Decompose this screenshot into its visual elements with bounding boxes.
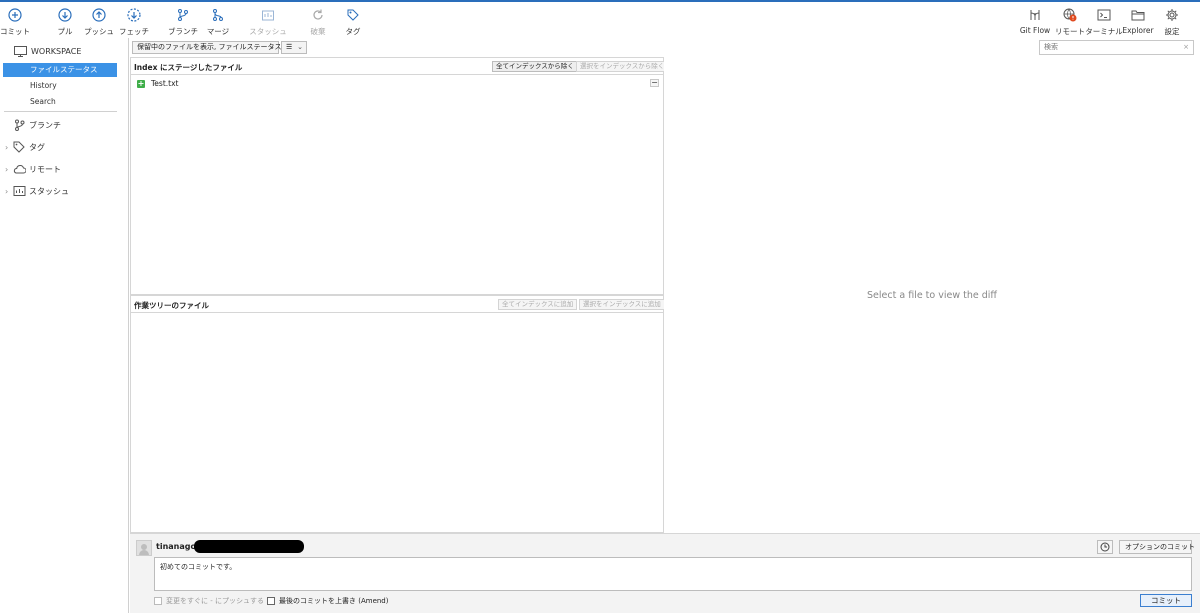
file-filter-dropdown[interactable]: 保留中のファイルを表示, ファイルステータス順 ⌄: [132, 41, 288, 54]
commit-panel: tinanago オプションのコミット ⌄ 初めてのコミットです。 変更をすぐに…: [130, 533, 1200, 613]
sidebar-group-label: ブランチ: [29, 120, 61, 130]
cloud-icon: [13, 165, 26, 174]
clear-search-icon[interactable]: ×: [1183, 41, 1189, 54]
staged-pane-header: Index にステージしたファイル 全てインデックスから除く 選択をインデックス…: [131, 58, 669, 75]
redacted-email: [194, 540, 304, 553]
stash-icon: [262, 10, 274, 21]
chevron-down-icon: ⌄: [297, 43, 303, 51]
search-input[interactable]: 検索 ×: [1039, 40, 1194, 55]
globe-alert-icon: [1063, 8, 1077, 22]
stash-icon: [13, 186, 26, 196]
file-filter-label: 保留中のファイルを表示, ファイルステータス順: [137, 43, 289, 51]
commit-message-input[interactable]: 初めてのコミットです。: [154, 557, 1192, 591]
branch-icon: [15, 119, 25, 131]
commit-options-dropdown[interactable]: オプションのコミット ⌄: [1119, 540, 1195, 554]
amend-checkbox[interactable]: 最後のコミットを上書き (Amend): [267, 596, 388, 606]
git-flow-label: Git Flow: [1019, 26, 1051, 35]
chevron-right-icon[interactable]: ›: [5, 143, 13, 152]
file-name: Test.txt: [151, 79, 179, 88]
chevron-right-icon[interactable]: ›: [5, 187, 13, 196]
working-pane-header: 作業ツリーのファイル 全てインデックスに追加 選択をインデックスに追加: [131, 296, 665, 313]
chevron-down-icon: ⌄: [1182, 543, 1188, 551]
arrow-down-circle-icon: [58, 8, 72, 22]
avatar: [136, 540, 152, 556]
gear-icon: [1166, 9, 1178, 21]
workspace-label: WORKSPACE: [31, 47, 82, 56]
working-files-pane: 作業ツリーのファイル 全てインデックスに追加 選択をインデックスに追加: [130, 295, 665, 533]
staged-files-pane: Index にステージしたファイル 全てインデックスから除く 選択をインデックス…: [130, 57, 669, 295]
list-icon: ☰: [286, 43, 293, 51]
discard-icon: [313, 9, 323, 20]
dashed-arrow-down-circle-icon: [127, 8, 141, 22]
sidebar-group-label: リモート: [29, 164, 61, 174]
stage-selected-button[interactable]: 選択をインデックスに追加: [579, 299, 665, 310]
sidebar-group-label: タグ: [29, 142, 45, 152]
commit-submit-button[interactable]: コミット: [1140, 594, 1192, 607]
chevron-right-icon[interactable]: ›: [5, 165, 13, 174]
settings-label: 設定: [1164, 27, 1180, 36]
stage-all-button[interactable]: 全てインデックスに追加: [498, 299, 578, 310]
merge-icon: [213, 9, 223, 21]
push-immediately-label: 変更をすぐに - にプッシュする: [166, 597, 264, 605]
chevron-down-icon: ⌄: [269, 43, 275, 51]
unstage-file-button[interactable]: −: [650, 79, 659, 87]
sidebar-item-search[interactable]: Search: [3, 95, 117, 109]
settings-button[interactable]: 設定: [1152, 6, 1192, 38]
unstage-selected-button[interactable]: 選択をインデックスから除く: [576, 61, 669, 72]
git-flow-icon: [1030, 10, 1040, 20]
author-name: tinanago: [156, 542, 196, 551]
staged-pane-title: Index にステージしたファイル: [134, 63, 243, 72]
push-immediately-checkbox[interactable]: 変更をすぐに - にプッシュする: [154, 596, 264, 606]
sidebar-group-branches[interactable]: ブランチ: [5, 119, 61, 131]
sidebar: WORKSPACE ファイルステータス History Search ブランチ …: [0, 38, 129, 613]
sidebar-group-tags[interactable]: › タグ: [5, 141, 45, 153]
arrow-up-circle-icon: [92, 8, 106, 22]
stash-label: スタッシュ: [249, 27, 287, 36]
terminal-icon: [1097, 9, 1111, 21]
sidebar-divider: [4, 111, 117, 112]
sidebar-item-history[interactable]: History: [3, 79, 117, 93]
commit-history-button[interactable]: [1097, 540, 1113, 554]
unstage-all-button[interactable]: 全てインデックスから除く: [492, 61, 578, 72]
diff-pane: Select a file to view the diff: [664, 57, 1200, 533]
toolbar: コミット プル プッシュ フェッチ ブランチ マージ スタッシュ 破棄 タグ G…: [0, 0, 1200, 38]
sidebar-item-file-status[interactable]: ファイルステータス: [3, 63, 117, 77]
commit-label: コミット: [0, 27, 30, 36]
branch-button[interactable]: ブランチ: [163, 6, 203, 38]
working-pane-title: 作業ツリーのファイル: [134, 301, 209, 310]
folder-icon: [1131, 10, 1145, 21]
filter-bar: 保留中のファイルを表示, ファイルステータス順 ⌄ ☰ ⌄: [130, 38, 664, 57]
fetch-label: フェッチ: [119, 27, 149, 36]
stash-button[interactable]: スタッシュ: [248, 6, 288, 38]
merge-button[interactable]: マージ: [198, 6, 238, 38]
discard-button[interactable]: 破棄: [298, 6, 338, 38]
sidebar-group-remotes[interactable]: › リモート: [5, 163, 61, 175]
monitor-icon: [14, 46, 27, 57]
discard-label: 破棄: [310, 27, 326, 36]
tag-icon: [13, 141, 25, 153]
amend-label: 最後のコミットを上書き (Amend): [279, 597, 389, 605]
push-button[interactable]: プッシュ: [79, 6, 119, 38]
added-file-icon: +: [137, 78, 145, 88]
list-item[interactable]: + Test.txt: [137, 79, 178, 88]
sidebar-group-stashes[interactable]: › スタッシュ: [5, 185, 69, 197]
plus-circle-icon: [8, 8, 22, 22]
tag-icon: [347, 9, 359, 21]
branch-icon: [178, 9, 188, 21]
view-mode-dropdown[interactable]: ☰ ⌄: [281, 41, 307, 54]
merge-label: マージ: [206, 27, 230, 36]
push-label: プッシュ: [84, 27, 114, 36]
clock-icon: [1100, 542, 1110, 552]
tag-button[interactable]: タグ: [333, 6, 373, 38]
search-placeholder: 検索: [1044, 43, 1058, 51]
fetch-button[interactable]: フェッチ: [114, 6, 154, 38]
tag-label: タグ: [345, 27, 361, 36]
sidebar-group-label: スタッシュ: [29, 186, 69, 196]
diff-placeholder: Select a file to view the diff: [867, 290, 997, 301]
branch-label: ブランチ: [168, 27, 198, 36]
commit-button[interactable]: コミット: [0, 6, 35, 38]
git-flow-button[interactable]: Git Flow: [1015, 6, 1055, 38]
workspace-header: WORKSPACE: [14, 46, 81, 57]
